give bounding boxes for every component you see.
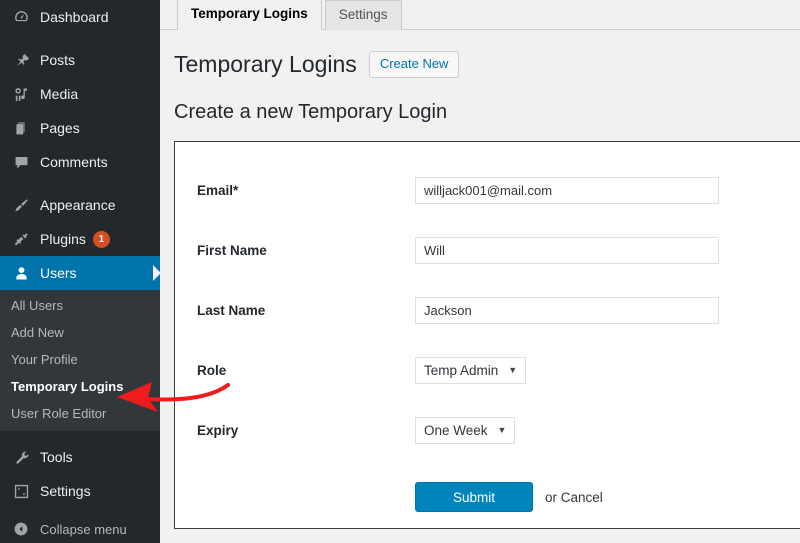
form-row-expiry: Expiry One Week ▼ xyxy=(175,400,800,460)
sidebar-item-label: Dashboard xyxy=(40,9,109,25)
create-new-button[interactable]: Create New xyxy=(368,51,460,78)
chevron-down-icon: ▼ xyxy=(508,364,518,375)
first-name-field[interactable] xyxy=(415,236,719,264)
sidebar-item-settings[interactable]: Settings xyxy=(0,474,160,508)
sidebar-item-posts[interactable]: Posts xyxy=(0,43,160,77)
sidebar-item-users[interactable]: Users xyxy=(0,256,160,290)
sidebar-item-label: Settings xyxy=(40,483,91,499)
wordpress-admin-screen: Dashboard Posts Media Pages Comments App… xyxy=(0,0,800,543)
form-row-email: Email* xyxy=(175,160,800,220)
chevron-down-icon: ▼ xyxy=(497,424,507,435)
expiry-label: Expiry xyxy=(197,422,239,438)
plug-icon xyxy=(10,229,32,249)
form-row-last-name: Last Name xyxy=(175,280,800,340)
sidebar-item-label: Media xyxy=(40,86,79,102)
sidebar-item-label: Pages xyxy=(40,120,80,136)
submit-button[interactable]: Submit xyxy=(415,482,533,512)
media-icon xyxy=(10,84,32,104)
expiry-select-value: One Week xyxy=(424,422,488,438)
pin-icon xyxy=(10,50,32,70)
sidebar-item-comments[interactable]: Comments xyxy=(0,145,160,179)
collapse-icon xyxy=(10,521,32,537)
sidebar-item-label: Plugins xyxy=(40,231,86,247)
sidebar-item-dashboard[interactable]: Dashboard xyxy=(0,0,160,34)
sidebar-item-label: Tools xyxy=(40,449,73,465)
submenu-item-your-profile[interactable]: Your Profile xyxy=(0,346,160,373)
wrench-icon xyxy=(10,447,32,467)
sidebar-item-appearance[interactable]: Appearance xyxy=(0,188,160,222)
role-select-value: Temp Admin xyxy=(424,362,499,378)
sidebar-item-plugins[interactable]: Plugins 1 xyxy=(0,222,160,256)
role-select[interactable]: Temp Admin ▼ xyxy=(415,356,527,384)
tab-bar: Temporary Logins Settings xyxy=(160,0,800,30)
expiry-select[interactable]: One Week ▼ xyxy=(415,416,516,444)
submenu-item-user-role-editor[interactable]: User Role Editor xyxy=(0,400,160,427)
tab-temporary-logins[interactable]: Temporary Logins xyxy=(177,0,322,30)
section-title: Create a new Temporary Login xyxy=(174,101,448,123)
main-content: Temporary Logins Settings Temporary Logi… xyxy=(160,0,800,543)
email-field[interactable] xyxy=(415,176,719,204)
email-label: Email* xyxy=(197,182,239,198)
admin-sidebar: Dashboard Posts Media Pages Comments App… xyxy=(0,0,160,543)
user-icon xyxy=(10,263,32,283)
collapse-menu-label: Collapse menu xyxy=(40,521,127,537)
plugins-update-badge: 1 xyxy=(92,230,110,248)
dashboard-icon xyxy=(10,7,32,27)
submenu-item-add-new[interactable]: Add New xyxy=(0,319,160,346)
sidebar-divider xyxy=(0,179,160,188)
create-login-form-panel: Email* First Name Last Name Role Temp Ad… xyxy=(174,141,800,529)
sidebar-item-media[interactable]: Media xyxy=(0,77,160,111)
cancel-link[interactable]: or Cancel xyxy=(545,490,603,505)
submenu-item-temporary-logins[interactable]: Temporary Logins xyxy=(0,373,160,400)
form-row-role: Role Temp Admin ▼ xyxy=(175,340,800,400)
last-name-label: Last Name xyxy=(197,302,266,318)
sidebar-item-label: Posts xyxy=(40,52,76,68)
sidebar-item-label: Comments xyxy=(40,154,108,170)
sidebar-item-label: Users xyxy=(40,265,77,281)
brush-icon xyxy=(10,195,32,215)
submenu-item-all-users[interactable]: All Users xyxy=(0,292,160,319)
form-row-first-name: First Name xyxy=(175,220,800,280)
collapse-menu-button[interactable]: Collapse menu xyxy=(0,512,160,543)
sidebar-item-label: Appearance xyxy=(40,197,116,213)
sidebar-item-pages[interactable]: Pages xyxy=(0,111,160,145)
sidebar-divider xyxy=(0,431,160,440)
pages-icon xyxy=(10,118,32,138)
last-name-field[interactable] xyxy=(415,296,719,324)
tab-settings[interactable]: Settings xyxy=(324,0,402,30)
page-header: Temporary Logins Create New xyxy=(160,30,800,79)
form-actions: Submit or Cancel xyxy=(175,482,800,512)
first-name-label: First Name xyxy=(197,242,267,258)
users-submenu: All Users Add New Your Profile Temporary… xyxy=(0,290,160,431)
page-title: Temporary Logins xyxy=(174,51,357,77)
sliders-icon xyxy=(10,481,32,501)
comment-icon xyxy=(10,152,32,172)
sidebar-divider xyxy=(0,34,160,43)
role-label: Role xyxy=(197,362,227,378)
sidebar-item-tools[interactable]: Tools xyxy=(0,440,160,474)
